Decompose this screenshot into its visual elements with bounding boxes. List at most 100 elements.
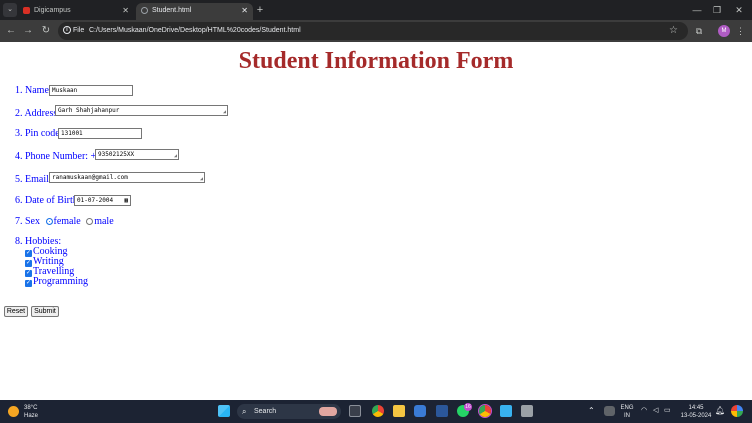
new-tab-plus-icon[interactable]: + [255,0,265,20]
name-label: 1. Name: [15,85,52,96]
volume-icon[interactable]: ◁ [653,407,658,415]
search-label: Search [254,408,277,415]
sex-female-radio[interactable] [45,218,53,225]
sex-label: 7. Sex [15,216,40,227]
digicampus-favicon-icon [23,7,30,14]
file-explorer-icon[interactable] [393,405,405,417]
tab-title: Digicampus [34,7,71,14]
notepad-icon[interactable] [500,405,512,417]
hobby-programming-checkbox[interactable]: ✓ [25,280,32,287]
dob-value: 01-07-2004 [77,197,114,204]
page-title: Student Information Form [238,48,514,74]
windows-start-icon[interactable] [218,405,230,417]
copilot-icon[interactable] [731,405,743,417]
cloud-icon[interactable] [604,406,615,416]
weather-temp: 38°C [24,405,38,411]
email-textarea[interactable]: ranamuskaan@gmail.com ◢ [49,172,205,183]
snipping-tool-icon[interactable] [521,405,533,417]
pincode-row: 3. Pin code: [15,128,63,140]
resize-handle-icon[interactable]: ◢ [200,177,203,182]
resize-handle-icon[interactable]: ◢ [223,110,226,115]
search-highlight-icon [319,407,337,416]
tab-strip: ⌄ Digicampus ✕ Student.html ✕ + — ❐ ✕ [0,0,752,20]
address-row: 2. Address: [15,108,60,120]
dob-row: 6. Date of Birth: [15,195,81,207]
kebab-menu-icon[interactable]: ⋮ [736,20,745,42]
chevron-up-icon[interactable]: ⌃ [588,407,595,415]
phone-row: 4. Phone Number: +91 [15,151,106,163]
sex-male-label: male [94,216,114,227]
close-window-icon[interactable]: ✕ [728,0,750,20]
weather-haze-icon [8,406,19,417]
phone-value: 93502125XX [98,151,135,158]
tab-digicampus[interactable]: Digicampus ✕ [18,3,134,20]
browser-toolbar: ← → ↻ i File C:/Users/Muskaan/OneDrive/De… [0,20,752,42]
profile-avatar[interactable]: M [718,25,730,37]
hobby-programming: ✓ Programming [25,277,88,287]
bookmark-star-icon[interactable]: ☆ [669,22,678,40]
reset-button[interactable]: Reset [4,306,28,317]
hobby-travelling-checkbox[interactable]: ✓ [25,270,32,277]
chrome-profile-icon[interactable] [479,405,491,417]
tab-student-html[interactable]: Student.html ✕ [136,3,253,20]
address-bar[interactable]: i File C:/Users/Muskaan/OneDrive/Desktop/… [58,22,688,40]
phone-textarea[interactable]: 93502125XX ◢ [95,149,179,160]
notification-badge: 16 [464,403,472,411]
name-input[interactable]: Muskaan [49,85,133,96]
email-row: 5. Email: [15,174,52,186]
sex-row: 7. Sex female male [15,216,114,228]
calendar-icon[interactable]: ▦ [124,196,128,205]
submit-button[interactable]: Submit [31,306,59,317]
clock[interactable]: 14:45 13-05-2024 [678,404,714,420]
battery-icon[interactable]: ▭ [664,407,671,415]
reload-icon[interactable]: ↻ [39,20,53,42]
wifi-icon[interactable]: ◠ [641,407,647,415]
search-icon: ⌕ [242,407,247,416]
address-label: 2. Address: [15,108,60,119]
email-value: ranamuskaan@gmail.com [52,174,128,181]
forward-arrow-icon[interactable]: → [21,20,35,42]
resize-handle-icon[interactable]: ◢ [174,154,177,159]
task-view-icon[interactable] [349,405,361,417]
sex-female-label: female [53,216,81,227]
settings-gear-icon[interactable] [414,405,426,417]
hobby-label: Programming [33,276,88,287]
phone-label: 4. Phone Number: +91 [15,151,107,162]
chrome-icon[interactable] [372,405,384,417]
address-value: Garh Shahjahanpur [58,107,120,114]
language-indicator[interactable]: ENG IN [618,404,636,420]
pincode-label: 3. Pin code: [15,128,63,139]
dob-label: 6. Date of Birth: [15,195,81,206]
minimize-icon[interactable]: — [686,0,708,20]
page-content: Student Information Form 1. Name: Muskaa… [0,42,752,400]
tab-search-icon[interactable]: ⌄ [3,3,17,17]
back-arrow-icon[interactable]: ← [4,20,18,42]
clock-date: 13-05-2024 [680,413,712,419]
site-info-chip[interactable]: i File [63,22,84,40]
weather-condition: Haze [24,413,39,419]
globe-icon [141,7,148,14]
info-icon: i [63,26,71,35]
close-tab-icon[interactable]: ✕ [241,3,248,18]
restore-icon[interactable]: ❐ [706,0,728,20]
word-icon[interactable] [436,405,448,417]
clock-time: 14:45 [688,405,704,411]
url-text[interactable]: C:/Users/Muskaan/OneDrive/Desktop/HTML%2… [89,22,301,40]
extensions-puzzle-icon[interactable]: ⧉ [693,25,705,37]
dob-date-input[interactable]: 01-07-2004 ▦ [74,195,131,206]
hobby-cooking-checkbox[interactable]: ✓ [25,250,32,257]
taskbar: 38°C Haze ⌕ Search 16 ⌃ ENG IN ◠ ◁ ▭ 14:… [0,400,752,423]
email-label: 5. Email: [15,174,52,185]
pincode-input[interactable]: 131001 [58,128,142,139]
close-tab-icon[interactable]: ✕ [122,3,129,18]
bell-icon[interactable]: 🔔︎ [715,407,725,415]
name-row: 1. Name: [15,85,52,97]
sex-male-radio[interactable] [86,218,94,225]
tab-title: Student.html [152,7,192,14]
site-info-label: File [73,27,85,34]
address-textarea[interactable]: Garh Shahjahanpur ◢ [55,105,228,116]
taskbar-search[interactable]: ⌕ Search [237,404,341,419]
language-line1: ENG [620,405,634,411]
language-line2: IN [624,413,630,419]
hobby-writing-checkbox[interactable]: ✓ [25,260,32,267]
